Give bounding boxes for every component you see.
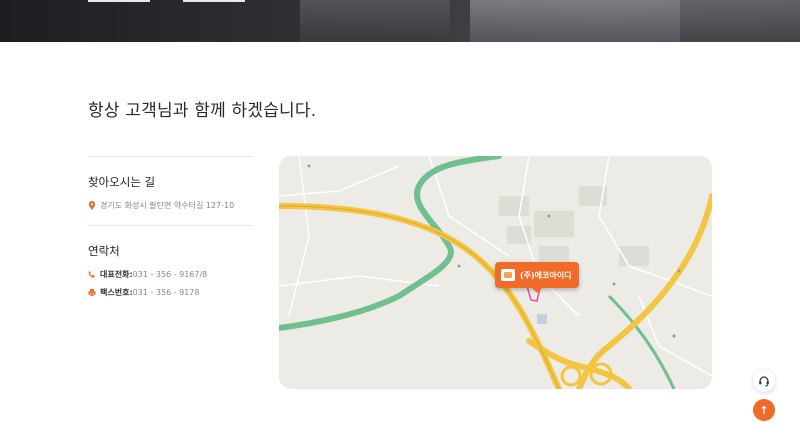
hero-image-shade — [300, 0, 450, 42]
fax-line: 팩스번호: 031 - 356 - 9178 — [88, 287, 199, 298]
directions-title: 찾아오시는 길 — [88, 175, 156, 189]
address-text: 경기도 화성시 팔탄면 약수터길 127-10 — [100, 201, 235, 210]
divider — [88, 225, 253, 226]
map-location-marker[interactable]: (주)에코아이디 — [495, 262, 580, 293]
company-logo-icon — [501, 269, 515, 281]
hero-tab-indicator — [88, 0, 150, 2]
arrow-up-icon: ↑ — [759, 403, 769, 417]
fax-icon — [88, 288, 96, 297]
customer-support-button[interactable] — [753, 370, 775, 392]
phone-icon — [88, 270, 95, 278]
scroll-to-top-button[interactable]: ↑ — [753, 399, 775, 421]
phone-value[interactable]: 031 - 356 - 9167/8 — [133, 270, 208, 279]
hero-image-highlight — [470, 0, 680, 42]
phone-label: 대표전화: — [100, 270, 133, 279]
fax-label: 팩스번호: — [100, 288, 133, 297]
address-line: 경기도 화성시 팔탄면 약수터길 127-10 — [88, 200, 234, 211]
phone-line: 대표전화: 031 - 356 - 9167/8 — [88, 269, 207, 280]
contact-title: 연락처 — [88, 244, 120, 258]
fax-value: 031 - 356 - 9178 — [132, 288, 200, 297]
location-pin-icon — [88, 201, 96, 210]
hero-tab-indicator — [183, 0, 245, 2]
page-headline: 항상 고객님과 함께 하겠습니다. — [88, 101, 317, 121]
location-map[interactable]: (주)에코아이디 — [279, 156, 712, 389]
marker-label: (주)에코아이디 — [520, 270, 572, 280]
headset-icon — [759, 376, 769, 387]
hero-image-shade-right — [680, 0, 800, 42]
divider — [88, 156, 253, 157]
hero-banner — [0, 0, 800, 42]
